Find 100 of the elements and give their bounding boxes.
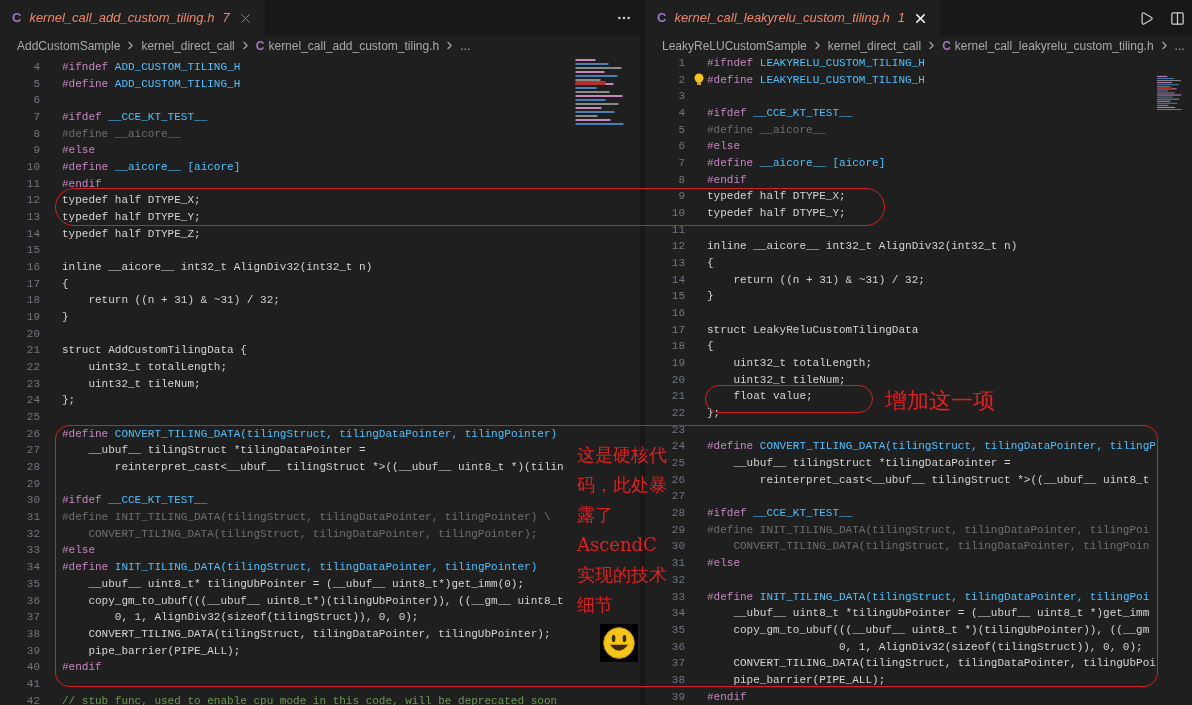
breadcrumb-item[interactable]: kernel_direct_call <box>141 36 235 55</box>
c-file-icon: C <box>657 8 667 28</box>
line-number: 8 <box>678 172 685 188</box>
code-text: #endif <box>707 689 747 705</box>
line-number: 18 <box>26 293 40 309</box>
annotation-text: 增加这一项 <box>885 387 995 415</box>
breadcrumb-item[interactable]: kernel_direct_call <box>827 36 922 55</box>
tab-title: kernel_call_add_custom_tiling.h <box>29 9 215 28</box>
line-number: 23 <box>671 422 685 438</box>
line-number: 27 <box>671 489 685 505</box>
line-number: 19 <box>26 310 40 326</box>
breadcrumb-item[interactable]: kernel_call_add_custom_tiling.h <box>268 36 440 55</box>
line-number: 35 <box>671 622 685 638</box>
code-text: __ubuf__ tilingStruct *tilingDataPointer = <box>732 456 1011 472</box>
line-number: 4 <box>33 60 40 75</box>
run-icon[interactable] <box>1138 10 1154 26</box>
line-number: 6 <box>33 93 40 109</box>
code-text: copy_gm_to_ubuf(((__ubuf__ uint8_t*)(tilingUbPointer)), ((__gm__ uint8_t <box>87 593 564 609</box>
code-text: return ((n + 31) & ~31) / 32; <box>87 293 280 309</box>
code-text: #ifdef __CCE_KT_TEST__ <box>707 106 853 121</box>
code-text: #ifdef __CCE_KT_TEST__ <box>707 506 853 522</box>
editor-tab[interactable]: C kernel_call_leakyrelu_custom_tiling.h 1 <box>645 0 940 36</box>
code-text: #define CONVERT_TILING_DATA(tilingStruct, tilingDataPointer, tilingP <box>707 439 1156 455</box>
code-text: #else <box>707 139 740 155</box>
editor-tab[interactable]: C kernel_call_add_custom_tiling.h 7 <box>0 0 265 36</box>
line-number: 27 <box>26 443 40 459</box>
code-text: pipe_barrier(PIPE_ALL); <box>732 672 886 688</box>
line-number: 15 <box>26 243 40 259</box>
line-number: 30 <box>671 539 685 555</box>
problem-count: 7 <box>222 9 230 28</box>
line-number: 22 <box>26 360 40 376</box>
lightbulb-icon[interactable] <box>694 73 704 86</box>
line-number: 37 <box>26 610 40 626</box>
problem-count: 1 <box>897 9 905 28</box>
line-number: 39 <box>26 643 40 659</box>
code-text: #ifndef LEAKYRELU_CUSTOM_TILING_H <box>707 56 925 71</box>
code-text: CONVERT_TILING_DATA(tilingStruct, tilingDataPointer, tilingUbPoi <box>732 656 1156 672</box>
line-number: 21 <box>26 343 40 359</box>
code-text: uint32_t totalLength; <box>87 360 228 376</box>
code-text: 0, 1, AlignDiv32(sizeof(tilingStruct)), 0, 0); <box>838 639 1143 655</box>
code-text: inline __aicore__ int32_t AlignDiv32(int32_t n) <box>707 239 1018 255</box>
code-text: typedef half DTYPE_Y; <box>62 210 201 226</box>
code-text: } <box>62 310 69 326</box>
breadcrumb-item[interactable]: AddCustomSample <box>17 36 121 55</box>
code-text: typedef half DTYPE_X; <box>62 193 201 209</box>
code-text: uint32_t totalLength; <box>732 356 873 372</box>
code-text: float value; <box>732 389 813 405</box>
line-number: 4 <box>678 106 685 121</box>
line-number: 32 <box>26 526 40 542</box>
code-text: #define CONVERT_TILING_DATA(tilingStruct, tilingDataPointer, tilingPointer) <box>62 426 558 442</box>
code-text: #else <box>62 543 95 559</box>
line-number: 16 <box>671 306 685 322</box>
line-number: 12 <box>671 239 685 255</box>
line-number: 38 <box>671 672 685 688</box>
line-number: 22 <box>671 406 685 422</box>
code-text: reinterpret_cast<__ubuf__ tilingStruct *>((__ubuf__ uint8_t <box>758 472 1150 488</box>
breadcrumb-item[interactable]: ... <box>1174 36 1185 55</box>
line-number: 10 <box>671 206 685 222</box>
code-text: #endif <box>707 172 747 188</box>
code-text: #ifndef ADD_CUSTOM_TILING_H <box>62 60 241 75</box>
code-text: reinterpret_cast<__ubuf__ tilingStruct *>((__ubuf__ uint8_t *)(tilin <box>113 460 564 476</box>
code-text: } <box>707 289 714 305</box>
line-number: 13 <box>671 256 685 272</box>
line-number: 18 <box>671 339 685 355</box>
breadcrumb-item[interactable]: ... <box>460 36 471 55</box>
code-text: copy_gm_to_ubuf(((__ubuf__ uint8_t *)(tilingUbPointer)), ((__gm <box>732 622 1150 638</box>
line-number: 9 <box>33 143 40 159</box>
annotation-text: 这是硬核代码，此处暴露了AscendC实现的技术细节 <box>577 443 668 617</box>
line-number: 25 <box>26 410 40 426</box>
code-text: struct LeakyReluCustomTilingData <box>707 322 919 338</box>
code-text: #define INIT_TILING_DATA(tilingStruct, tilingDataPointer, tilingPointer) <box>62 560 538 576</box>
code-text: CONVERT_TILING_DATA(tilingStruct, tilingDataPointer, tilingUbPointer); <box>87 626 551 642</box>
breadcrumb-item[interactable]: LeakyReLUCustomSample <box>662 36 807 55</box>
code-text: #ifdef __CCE_KT_TEST__ <box>62 110 208 125</box>
code-text: #else <box>707 556 740 572</box>
line-number: 38 <box>26 626 40 642</box>
line-number: 20 <box>671 372 685 388</box>
line-number: 11 <box>671 222 685 238</box>
line-number: 28 <box>26 460 40 476</box>
line-number: 17 <box>671 322 685 338</box>
code-text: #define INIT_TILING_DATA(tilingStruct, tilingDataPointer, tilingPoi <box>707 522 1150 538</box>
split-editor-icon[interactable] <box>1169 10 1185 26</box>
line-number: 31 <box>671 556 685 572</box>
code-text: return ((n + 31) & ~31) / 32; <box>732 272 925 288</box>
line-number: 20 <box>26 326 40 342</box>
line-number: 5 <box>678 122 685 138</box>
code-text: #define LEAKYRELU_CUSTOM_TILING_H <box>707 72 925 88</box>
code-text: #define INIT_TILING_DATA(tilingStruct, tilingDataPointer, tilingPointer) \ <box>62 510 551 526</box>
line-number: 6 <box>678 139 685 155</box>
code-text: __ubuf__ uint8_t *tilingUbPointer = (__ubuf__ uint8_t *)get_imm <box>732 606 1150 622</box>
line-number: 1 <box>678 56 685 71</box>
line-number: 14 <box>26 226 40 242</box>
line-number: 30 <box>26 493 40 509</box>
code-text: #define __aicore__ [aicore] <box>62 160 241 176</box>
code-text: // stub func, used to enable cpu mode in this code, will be deprecated soon <box>62 693 558 705</box>
code-text: #endif <box>62 660 102 676</box>
code-text: #define __aicore__ <box>62 126 181 142</box>
line-number: 12 <box>26 193 40 209</box>
code-text: pipe_barrier(PIPE_ALL); <box>87 643 241 659</box>
breadcrumb-item[interactable]: kernel_call_leakyrelu_custom_tiling.h <box>954 36 1154 55</box>
